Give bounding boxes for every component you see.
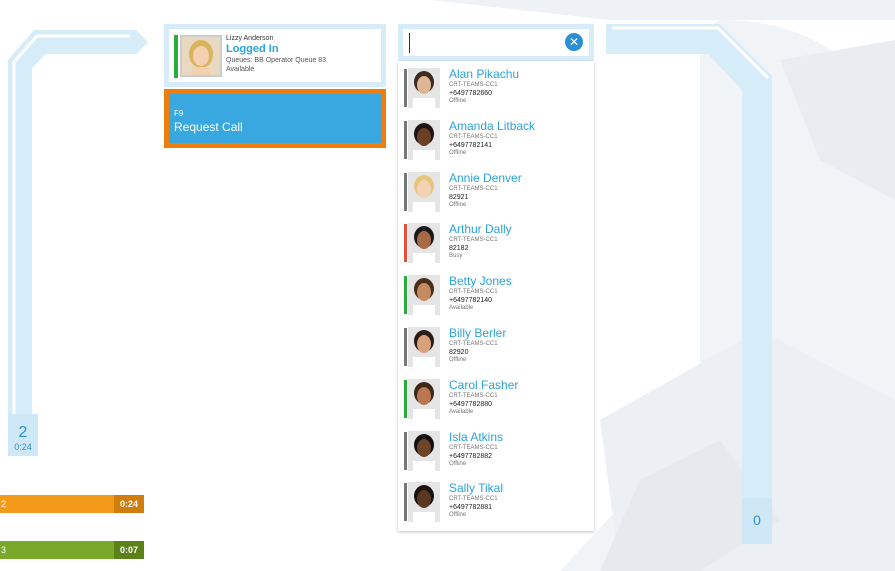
contact-status: Available (449, 305, 474, 312)
contact-number: 82182 (449, 245, 469, 253)
contact-status: Offline (449, 357, 467, 363)
agent-status-strip (174, 35, 178, 78)
list-item[interactable]: Arthur Dally CRT-TEAMS-CC1 82182 Busy (398, 218, 594, 270)
contact-photo (408, 327, 440, 367)
contact-team: CRT-TEAMS-CC1 (449, 341, 498, 347)
contact-team: CRT-TEAMS-CC1 (449, 185, 498, 192)
right-queue-count: 0 (742, 498, 772, 544)
contact-status: Offline (449, 460, 467, 467)
agent-availability: Available (226, 66, 255, 73)
contact-name: Annie Denver (449, 170, 522, 185)
queue-count-number: 2 (18, 424, 28, 441)
contact-search-box: ✕ (398, 24, 594, 61)
contact-name: Arthur Dally (449, 222, 512, 237)
contact-photo (408, 119, 440, 160)
contact-number: +6497782660 (449, 90, 493, 97)
presence-strip (404, 224, 407, 263)
list-item[interactable]: Betty Jones CRT-TEAMS-CC1 +6497782140 Av… (398, 270, 594, 322)
request-call-label: Request Call (174, 120, 243, 134)
contact-name: Betty Jones (449, 274, 512, 289)
list-item[interactable]: Sally Tikal CRT-TEAMS-CC1 +6497782881 Of… (398, 477, 594, 529)
contact-number: 82921 (449, 193, 469, 201)
presence-strip (404, 328, 407, 366)
queue-count-number: 0 (753, 512, 761, 528)
shortcut-key-label: F9 (174, 109, 184, 118)
list-item[interactable]: Billy Berler CRT-TEAMS-CC1 82920 Offline (398, 322, 594, 374)
presence-strip (404, 483, 407, 522)
contact-number: +6497782880 (449, 400, 493, 408)
contact-number: +6497782140 (449, 297, 493, 305)
contact-team: CRT-TEAMS-CC1 (449, 392, 498, 399)
agent-status-card[interactable]: Lizzy Anderson Logged In Queues: BB Oper… (164, 24, 386, 87)
call-bar-2[interactable]: 3 0:07 (0, 541, 144, 559)
contact-team: CRT-TEAMS-CC1 (449, 444, 498, 451)
contact-photo (408, 68, 440, 108)
contact-name: Amanda Litback (449, 118, 536, 133)
close-circle-icon[interactable]: ✕ (565, 33, 583, 51)
contact-status: Offline (449, 201, 467, 208)
list-item[interactable]: Annie Denver CRT-TEAMS-CC1 82921 Offline (398, 167, 594, 219)
contact-photo (408, 378, 440, 419)
contact-status: Available (449, 408, 474, 415)
search-input[interactable] (409, 33, 569, 53)
agent-name: Lizzy Anderson (226, 35, 274, 42)
contact-photo (408, 482, 440, 523)
presence-strip (404, 120, 407, 159)
contact-number: +6497782881 (449, 504, 493, 512)
contact-name: Alan Pikachu (449, 67, 520, 81)
contact-photo (408, 275, 440, 316)
call-bar-edge-label: 2 (1, 499, 7, 509)
list-item[interactable]: Isla Atkins CRT-TEAMS-CC1 +6497782882 Of… (398, 426, 594, 478)
presence-strip (404, 69, 407, 107)
contact-name: Sally Tikal (449, 481, 504, 496)
contact-number: +6497782882 (449, 452, 493, 460)
presence-strip (404, 276, 407, 315)
call-bar-time: 0:07 (114, 541, 144, 559)
contact-team: CRT-TEAMS-CC1 (449, 237, 498, 244)
contact-team: CRT-TEAMS-CC1 (449, 82, 498, 88)
contact-name: Carol Fasher (449, 377, 519, 392)
left-queue-count: 2 0:24 (8, 414, 38, 456)
call-bar-1[interactable]: 2 0:24 (0, 495, 144, 513)
contact-photo (408, 223, 440, 264)
presence-strip (404, 431, 407, 470)
queue-count-time: 0:24 (14, 442, 32, 452)
contact-team: CRT-TEAMS-CC1 (449, 289, 498, 296)
presence-strip (404, 172, 407, 211)
agent-state: Logged In (226, 43, 279, 55)
contact-status: Busy (449, 253, 463, 260)
list-item[interactable]: Alan Pikachu CRT-TEAMS-CC1 +6497782660 O… (398, 63, 594, 115)
contact-number: 82920 (449, 349, 469, 356)
contact-list[interactable]: Alan Pikachu CRT-TEAMS-CC1 +6497782660 O… (398, 61, 594, 531)
contact-number: +6497782141 (449, 141, 493, 149)
contact-name: Isla Atkins (449, 429, 504, 444)
list-item[interactable]: Carol Fasher CRT-TEAMS-CC1 +6497782880 A… (398, 374, 594, 426)
contact-name: Billy Berler (449, 326, 507, 340)
contact-photo (408, 430, 440, 471)
avatar (180, 35, 222, 77)
contact-team: CRT-TEAMS-CC1 (449, 496, 498, 503)
contact-status: Offline (449, 512, 467, 519)
call-bar-time: 0:24 (114, 495, 144, 513)
presence-strip (404, 379, 407, 418)
contact-team: CRT-TEAMS-CC1 (449, 133, 498, 140)
contact-status: Offline (449, 98, 467, 104)
contact-status: Offline (449, 149, 467, 156)
agent-queues: Queues: BB Operator Queue 83 (226, 57, 327, 64)
list-item[interactable]: Amanda Litback CRT-TEAMS-CC1 +6497782141… (398, 115, 594, 167)
contact-photo (408, 171, 440, 212)
request-call-button[interactable]: F9 Request Call (164, 89, 386, 148)
call-bar-edge-label: 3 (1, 545, 7, 555)
